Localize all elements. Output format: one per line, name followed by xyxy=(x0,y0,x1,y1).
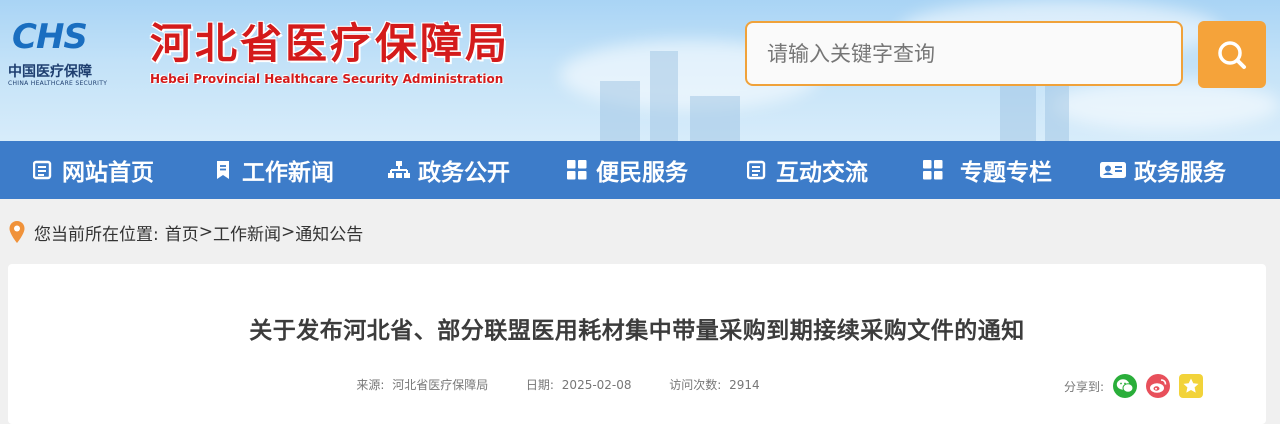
nav-item-interaction[interactable]: 互动交流 xyxy=(746,141,868,199)
search-button[interactable] xyxy=(1198,21,1266,88)
sitemap-icon xyxy=(388,159,410,181)
id-card-icon xyxy=(1100,159,1126,181)
nav-label: 网站首页 xyxy=(62,160,154,186)
main-nav: 网站首页 工作新闻 政务公开 便民服务 互动交流 专题专栏 政务服务 xyxy=(0,141,1280,199)
grid-icon xyxy=(566,159,588,181)
breadcrumb-current[interactable]: 通知公告 xyxy=(295,220,363,245)
chs-logo-mark: CHS xyxy=(12,17,88,57)
nav-label: 专题专栏 xyxy=(960,160,1052,186)
article-panel: 关于发布河北省、部分联盟医用耗材集中带量采购到期接续采购文件的通知 来源: 河北… xyxy=(8,264,1266,424)
nav-item-gov-open[interactable]: 政务公开 xyxy=(388,141,510,199)
nav-label: 政务公开 xyxy=(418,160,510,186)
breadcrumb-separator: > xyxy=(198,222,213,242)
grid-icon xyxy=(922,159,944,181)
site-header: CHS 中国医疗保障 CHINA HEALTHCARE SECURITY 河北省… xyxy=(0,0,1280,141)
weibo-icon[interactable] xyxy=(1146,374,1171,398)
nav-label: 政务服务 xyxy=(1134,160,1226,186)
nav-item-home[interactable]: 网站首页 xyxy=(32,141,154,199)
nav-label: 工作新闻 xyxy=(242,160,334,186)
search-input[interactable] xyxy=(745,21,1183,86)
location-pin-icon xyxy=(9,221,25,243)
source-value: 河北省医疗保障局 xyxy=(392,378,489,392)
list-icon xyxy=(746,159,768,181)
share-label: 分享到: xyxy=(1064,379,1105,394)
chs-logo[interactable]: CHS 中国医疗保障 CHINA HEALTHCARE SECURITY xyxy=(8,20,130,92)
nav-item-services[interactable]: 便民服务 xyxy=(566,141,688,199)
bookmark-icon xyxy=(212,159,234,181)
visits-label: 访问次数: xyxy=(669,378,722,392)
wechat-icon[interactable] xyxy=(1113,374,1138,398)
chs-logo-cn: 中国医疗保障 xyxy=(8,64,92,80)
site-title-en: Hebei Provincial Healthcare Security Adm… xyxy=(150,72,504,86)
source-label: 来源: xyxy=(356,378,385,392)
site-title-cn: 河北省医疗保障局 xyxy=(150,19,511,68)
article-meta: 来源: 河北省医疗保障局 日期: 2025-02-08 访问次数: 2914 xyxy=(8,376,1108,393)
nav-item-gov-service[interactable]: 政务服务 xyxy=(1100,141,1226,199)
nav-label: 便民服务 xyxy=(596,160,688,186)
breadcrumb-home[interactable]: 首页 xyxy=(165,220,199,245)
visits-value: 2914 xyxy=(729,378,760,392)
site-title[interactable]: 河北省医疗保障局 Hebei Provincial Healthcare Sec… xyxy=(150,19,510,87)
share-bar: 分享到: xyxy=(1064,374,1204,398)
nav-item-news[interactable]: 工作新闻 xyxy=(212,141,334,199)
breadcrumb-prefix: 您当前所在位置: xyxy=(34,224,159,245)
date-label: 日期: xyxy=(525,378,554,392)
breadcrumb-separator: > xyxy=(280,222,296,242)
search-icon xyxy=(1218,40,1246,69)
breadcrumb: 您当前所在位置: 首页 > 工作新闻 > 通知公告 xyxy=(8,218,363,246)
article-title: 关于发布河北省、部分联盟医用耗材集中带量采购到期接续采购文件的通知 xyxy=(249,318,1025,344)
date-value: 2025-02-08 xyxy=(561,378,632,392)
breadcrumb-news[interactable]: 工作新闻 xyxy=(213,220,281,245)
chs-logo-en: CHINA HEALTHCARE SECURITY xyxy=(8,80,108,87)
list-icon xyxy=(32,159,54,181)
qzone-icon[interactable] xyxy=(1179,374,1204,398)
nav-label: 互动交流 xyxy=(776,160,868,186)
nav-item-topics[interactable]: 专题专栏 xyxy=(922,141,1052,199)
